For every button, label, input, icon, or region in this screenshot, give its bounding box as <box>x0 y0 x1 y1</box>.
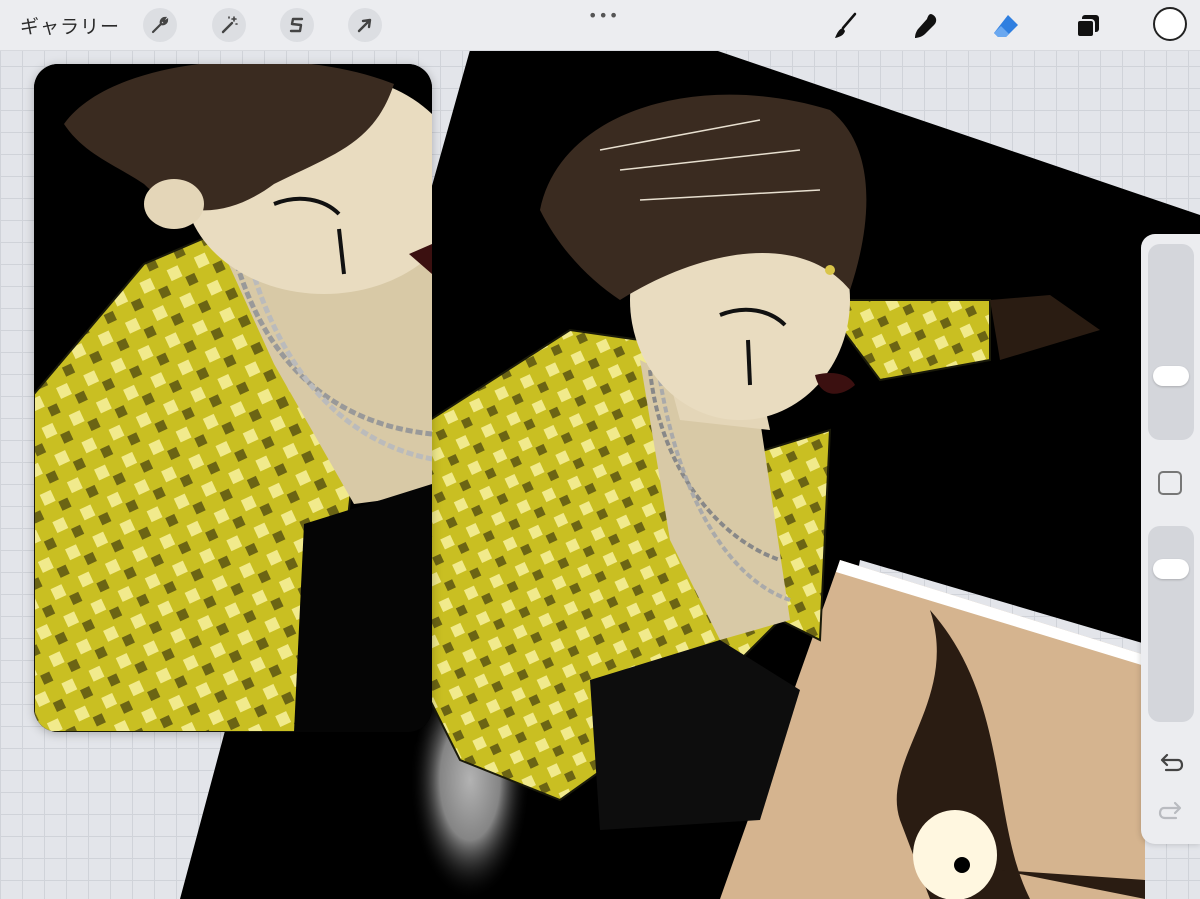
color-swatch-button[interactable] <box>1153 7 1187 41</box>
eraser-icon <box>994 15 1018 37</box>
closeup-eye <box>913 810 997 899</box>
selection-button[interactable] <box>280 8 314 42</box>
undo-arrow-icon <box>1160 753 1184 772</box>
wrench-icon <box>151 16 169 34</box>
arrow-cursor-icon <box>357 18 372 33</box>
opacity-thumb[interactable] <box>1153 559 1189 579</box>
brush-icon <box>835 12 857 38</box>
modify-button[interactable] <box>1158 471 1182 495</box>
drag-handle[interactable]: ••• <box>588 6 619 25</box>
reference-window[interactable] <box>34 64 432 732</box>
selection-s-icon <box>289 17 304 33</box>
opacity-slider[interactable] <box>1148 526 1194 722</box>
brush-button[interactable] <box>830 10 862 42</box>
smudge-button[interactable] <box>910 10 942 42</box>
right-sidebar <box>1141 234 1200 844</box>
gallery-button[interactable]: ギャラリー <box>20 12 120 39</box>
brush-size-thumb[interactable] <box>1153 366 1189 386</box>
reference-image <box>34 64 432 732</box>
redo-arrow-icon <box>1158 801 1182 820</box>
layers-icon <box>1076 15 1099 38</box>
top-toolbar: ギャラリー ••• <box>0 0 1200 51</box>
layers-button[interactable] <box>1072 10 1104 42</box>
undo-button[interactable] <box>1155 750 1187 776</box>
actions-button[interactable] <box>143 8 177 42</box>
eraser-button[interactable] <box>990 10 1022 42</box>
magic-wand-icon <box>221 16 238 34</box>
smudge-icon <box>915 14 937 38</box>
brush-size-slider[interactable] <box>1148 244 1194 440</box>
transform-button[interactable] <box>348 8 382 42</box>
redo-button[interactable] <box>1155 798 1187 824</box>
adjustments-button[interactable] <box>212 8 246 42</box>
